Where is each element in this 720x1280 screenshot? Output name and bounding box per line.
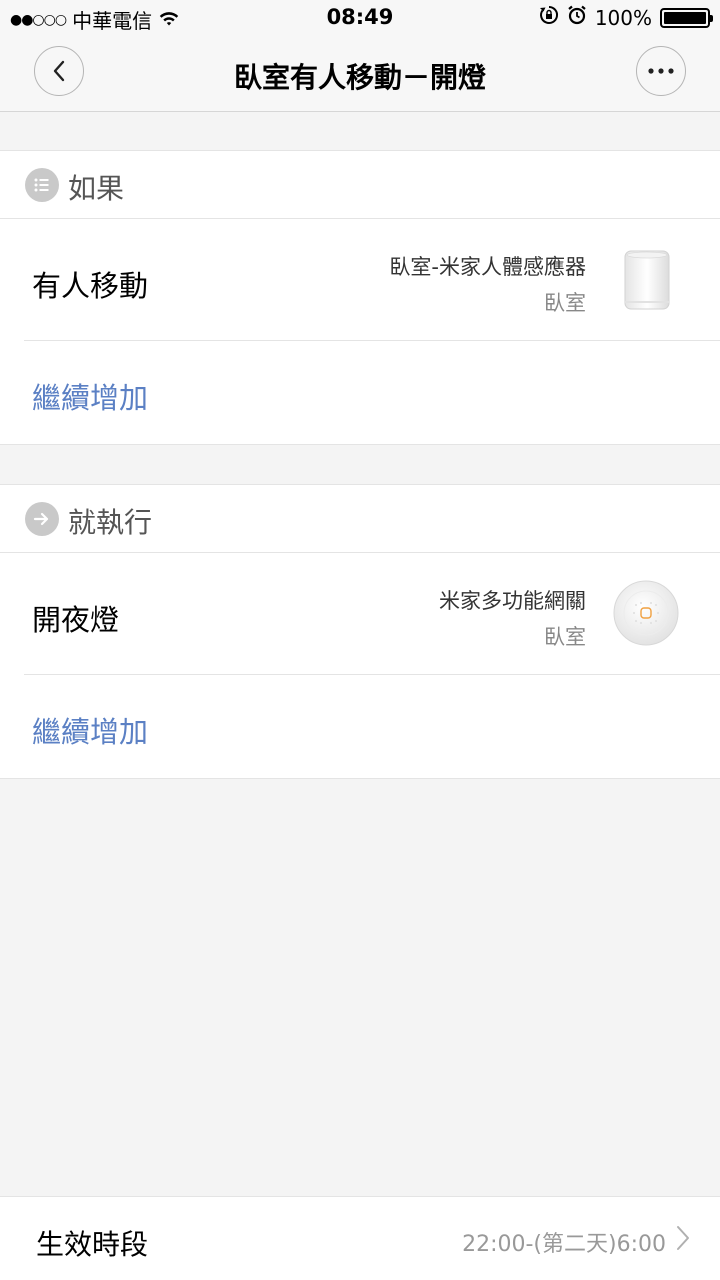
condition-device-name: 臥室-米家人體感應器 [389, 255, 586, 279]
if-add-more-row[interactable]: 繼續增加 [0, 341, 720, 443]
if-section-header: 如果 [0, 151, 720, 219]
then-section: 就執行 開夜燈 米家多功能網關 臥室 繼續增加 [0, 484, 720, 779]
condition-row[interactable]: 有人移動 臥室-米家人體感應器 臥室 [24, 219, 720, 341]
condition-title: 有人移動 [32, 269, 149, 303]
status-right: 100% [539, 5, 713, 30]
more-dots-icon [648, 68, 674, 74]
effective-period-value: 22:00-(第二天)6:00 [462, 1232, 666, 1257]
action-row[interactable]: 開夜燈 米家多功能網關 臥室 [24, 553, 720, 675]
motion-sensor-icon [624, 250, 670, 310]
battery-percentage: 100% [594, 5, 652, 30]
then-add-more-row[interactable]: 繼續增加 [0, 675, 720, 777]
gateway-device-icon [613, 580, 679, 646]
action-room: 臥室 [544, 625, 586, 649]
nav-bar: 臥室有人移動－開燈 [0, 36, 720, 112]
then-section-title: 就執行 [68, 506, 153, 539]
alarm-icon [567, 5, 587, 30]
action-device-name: 米家多功能網關 [439, 589, 586, 613]
battery-fill [664, 11, 706, 24]
if-section: 如果 有人移動 臥室-米家人體感應器 臥室 繼續增加 [0, 150, 720, 445]
screen: ●●○○○ 中華電信 08:49 100% 臥室有人移動－開燈 如果 有人移動 … [0, 0, 720, 1280]
effective-period-label: 生效時段 [36, 1228, 149, 1261]
battery-icon [660, 7, 713, 28]
then-section-header: 就執行 [0, 485, 720, 553]
then-add-more-link[interactable]: 繼續增加 [32, 709, 148, 751]
if-add-more-link[interactable]: 繼續增加 [32, 375, 148, 417]
arrow-right-icon [25, 502, 59, 536]
if-section-title: 如果 [68, 172, 125, 205]
chevron-right-icon [677, 1226, 689, 1250]
page-title: 臥室有人移動－開燈 [233, 61, 486, 94]
action-title: 開夜燈 [32, 603, 120, 637]
status-bar: ●●○○○ 中華電信 08:49 100% [0, 0, 720, 36]
condition-room: 臥室 [544, 291, 586, 315]
rotation-lock-icon [539, 5, 559, 30]
more-options-button[interactable] [636, 46, 686, 96]
effective-period-row[interactable]: 生效時段 22:00-(第二天)6:00 [0, 1196, 720, 1280]
list-icon [25, 168, 59, 202]
